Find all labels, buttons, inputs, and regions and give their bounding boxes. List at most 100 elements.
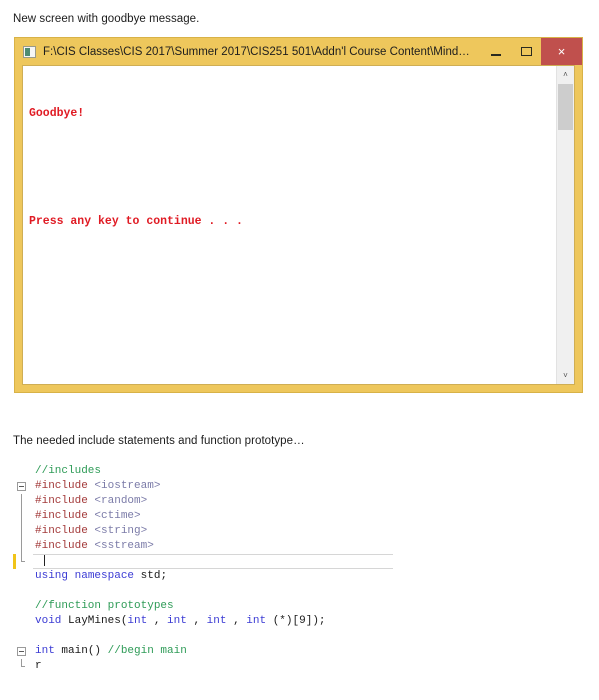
code-token: main() (54, 645, 108, 657)
code-line-prototype-laymines[interactable]: void LayMines(int , int , int , int (*)[… (13, 614, 573, 629)
code-gutter[interactable] (13, 479, 33, 494)
console-window-title: F:\CIS Classes\CIS 2017\Summer 2017\CIS2… (43, 45, 470, 58)
code-gutter[interactable] (13, 599, 33, 614)
code-gutter[interactable] (13, 569, 33, 584)
code-line-blank-2[interactable] (13, 629, 573, 644)
minimize-icon (491, 53, 501, 56)
code-gutter[interactable] (13, 554, 33, 569)
code-token: namespace (74, 570, 135, 582)
code-line-using-namespace[interactable]: using namespace std; (13, 569, 573, 584)
minimize-button[interactable] (481, 38, 511, 65)
scroll-up-arrow-icon[interactable]: ˄ (557, 66, 574, 83)
code-gutter[interactable] (13, 464, 33, 479)
code-line-include-string[interactable]: #include <string> (13, 524, 573, 539)
maximize-button[interactable] (511, 38, 541, 65)
code-token: //includes (35, 465, 102, 477)
code-line-text: //includes (33, 464, 573, 479)
unsaved-change-marker (13, 554, 16, 569)
code-token: using (35, 570, 69, 582)
code-token: <string> (94, 525, 148, 537)
text-caret (44, 555, 45, 566)
console-line: Press any key to continue . . . (29, 215, 243, 228)
code-token: , (147, 615, 168, 627)
collapse-region-icon[interactable] (17, 482, 26, 491)
code-token: (*)[9]); (266, 615, 326, 627)
code-line-include-sstream[interactable]: #include <sstream> (13, 539, 573, 554)
window-controls: × (481, 38, 582, 65)
code-token: , (226, 615, 247, 627)
code-token: std; (134, 570, 168, 582)
code-token: #include (35, 480, 95, 492)
code-token: int (206, 615, 227, 627)
maximize-icon (520, 47, 532, 56)
region-guide-line (21, 509, 22, 524)
code-line-text: void LayMines(int , int , int , int (*)[… (33, 614, 573, 629)
caption-new-screen: New screen with goodbye message. (13, 13, 200, 25)
code-editor-snippet: //includes #include <iostream> #include <r… (13, 464, 573, 674)
region-guide-line (21, 524, 22, 539)
region-guide-line (21, 659, 25, 667)
code-token: <sstream> (94, 540, 154, 552)
code-token: int (167, 615, 187, 627)
code-line-text: r (33, 659, 573, 674)
code-gutter[interactable] (13, 539, 33, 554)
code-gutter[interactable] (13, 494, 33, 509)
scrollbar-thumb[interactable] (558, 84, 573, 130)
code-line-blank-1[interactable] (13, 584, 573, 599)
code-line-include-iostream[interactable]: #include <iostream> (13, 479, 573, 494)
code-token: void (35, 615, 62, 627)
code-gutter[interactable] (13, 524, 33, 539)
code-line-include-random[interactable]: #include <random> (13, 494, 573, 509)
scroll-down-arrow-icon[interactable]: ˅ (557, 367, 574, 384)
code-line-comment-function-prototypes[interactable]: //function prototypes (13, 599, 573, 614)
code-line-text: #include <random> (33, 494, 573, 509)
code-gutter[interactable] (13, 659, 33, 674)
code-line-main-declaration[interactable]: int main() //begin main (13, 644, 573, 659)
code-line-text: using namespace std; (33, 569, 573, 584)
code-gutter[interactable] (13, 629, 33, 644)
close-button[interactable]: × (541, 38, 582, 65)
collapse-region-icon[interactable] (17, 647, 26, 656)
code-token: #include (35, 495, 95, 507)
code-token: //function prototypes (35, 600, 174, 612)
console-line-blank (29, 159, 556, 177)
code-token: #include (35, 525, 95, 537)
code-token: <random> (94, 495, 148, 507)
code-token: #include (35, 540, 95, 552)
console-line: Goodbye! (29, 107, 85, 120)
code-gutter[interactable] (13, 614, 33, 629)
code-token: int (127, 615, 148, 627)
code-token: int (246, 615, 267, 627)
region-guide-line (21, 539, 22, 554)
region-guide-line (21, 554, 25, 562)
code-line-current-empty-line[interactable] (13, 554, 573, 569)
code-line-text: int main() //begin main (33, 644, 573, 659)
console-titlebar[interactable]: F:\CIS Classes\CIS 2017\Summer 2017\CIS2… (15, 38, 582, 65)
code-line-partial-brace[interactable]: r (13, 659, 573, 674)
code-token: //begin main (107, 645, 187, 657)
code-line-text (33, 554, 393, 569)
console-window: F:\CIS Classes\CIS 2017\Summer 2017\CIS2… (14, 37, 583, 393)
code-token: LayMines( (61, 615, 128, 627)
code-token: #include (35, 510, 95, 522)
code-line-include-ctime[interactable]: #include <ctime> (13, 509, 573, 524)
code-token: <ctime> (94, 510, 141, 522)
code-token: <iostream> (94, 480, 161, 492)
close-icon: × (557, 44, 566, 59)
code-line-text: #include <sstream> (33, 539, 573, 554)
console-vertical-scrollbar[interactable]: ˄ ˅ (556, 66, 574, 384)
code-gutter[interactable] (13, 584, 33, 599)
code-gutter[interactable] (13, 509, 33, 524)
code-token: int (35, 645, 55, 657)
code-line-text: #include <iostream> (33, 479, 573, 494)
caption-include-statements: The needed include statements and functi… (13, 435, 305, 447)
console-output-area: Goodbye! Press any key to continue . . .… (22, 65, 575, 385)
code-token: r (35, 660, 42, 672)
code-line-text: #include <string> (33, 524, 573, 539)
code-line-comment-includes[interactable]: //includes (13, 464, 573, 479)
code-gutter[interactable] (13, 644, 33, 659)
region-guide-line (21, 494, 22, 509)
